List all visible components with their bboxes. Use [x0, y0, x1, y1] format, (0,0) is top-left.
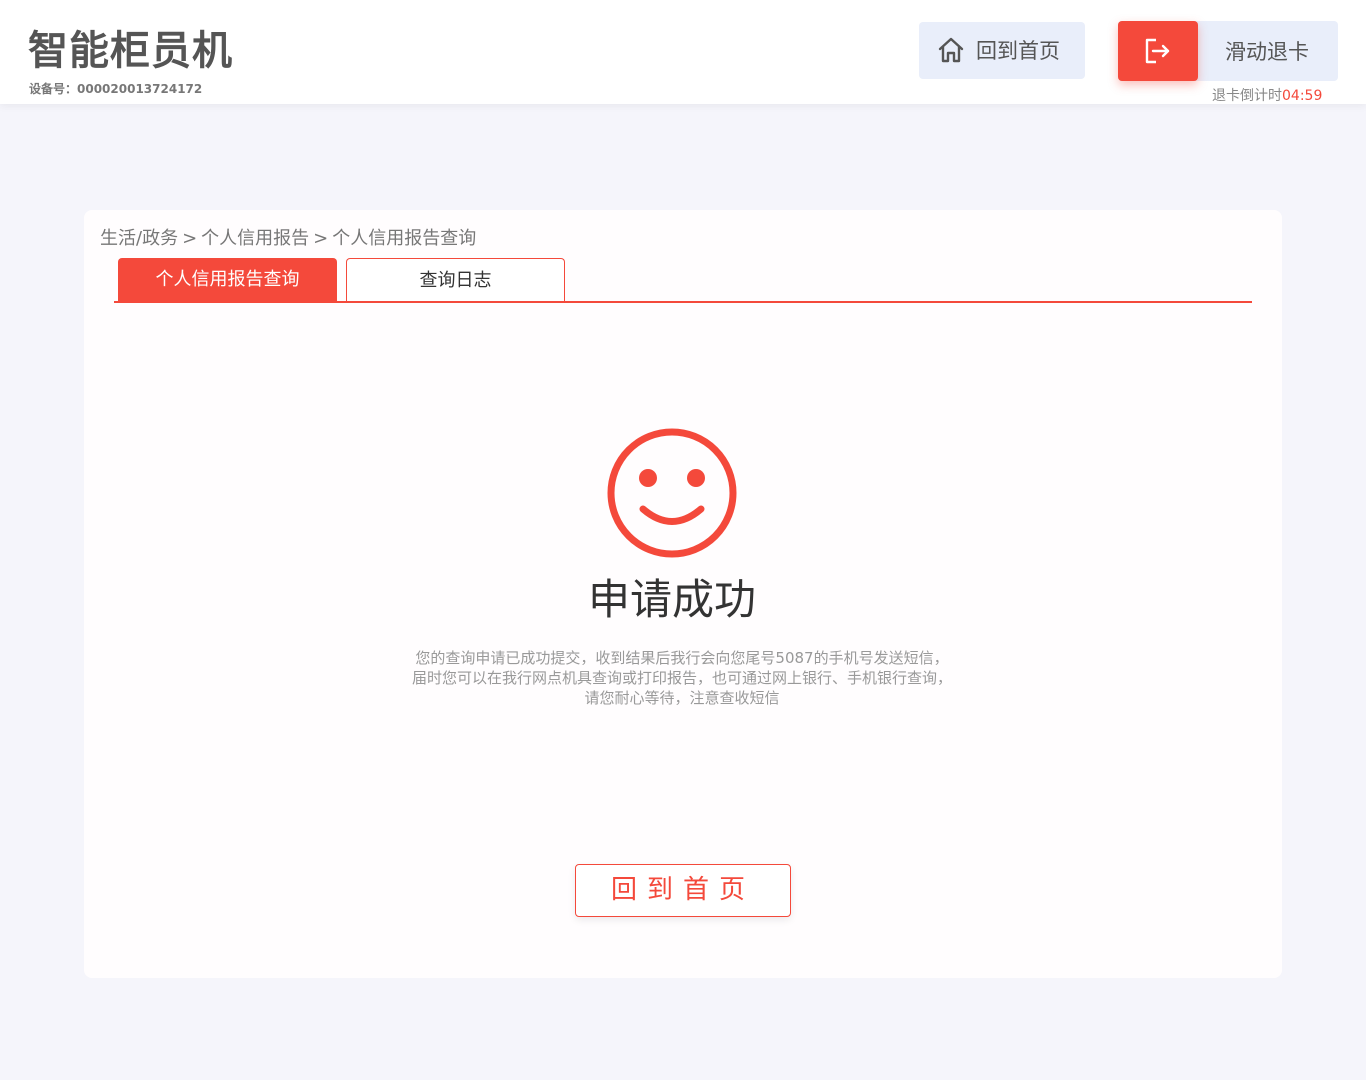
- success-title: 申请成功: [587, 575, 756, 624]
- breadcrumb-separator: >: [182, 228, 198, 249]
- breadcrumb-separator: >: [313, 228, 329, 249]
- tab-credit-report-query[interactable]: 个人信用报告查询: [118, 258, 337, 302]
- home-button-label: 回到首页: [976, 39, 1060, 63]
- tab-underline: [114, 301, 1252, 303]
- success-description: 您的查询申请已成功提交，收到结果后我行会向您尾号5087的手机号发送短信，届时您…: [412, 649, 953, 707]
- countdown-label: 退卡倒计时: [1212, 88, 1282, 104]
- exit-button-label: 滑动退卡: [1225, 40, 1309, 64]
- exit-icon-box[interactable]: [1118, 21, 1198, 81]
- home-icon: [938, 37, 964, 63]
- tab-query-log[interactable]: 查询日志: [346, 258, 565, 302]
- return-home-button[interactable]: 回到首页: [575, 864, 791, 917]
- smile-icon: [607, 428, 737, 558]
- breadcrumb-item[interactable]: 个人信用报告: [201, 228, 309, 249]
- header: 智能柜员机 设备号：000020013724172 回到首页 滑动退卡 退卡倒计…: [0, 0, 1366, 104]
- exit-card-button[interactable]: 滑动退卡: [1118, 21, 1338, 81]
- home-button[interactable]: 回到首页: [919, 22, 1085, 79]
- content-card: 生活/政务 > 个人信用报告 > 个人信用报告查询 个人信用报告查询 查询日志 申请成功…: [84, 210, 1282, 978]
- breadcrumb-item: 个人信用报告查询: [332, 228, 477, 249]
- countdown-time: 04:59: [1282, 88, 1323, 104]
- breadcrumb-item[interactable]: 生活/政务: [100, 228, 178, 249]
- device-number: 设备号：000020013724172: [29, 82, 203, 96]
- app-title: 智能柜员机: [28, 28, 233, 74]
- exit-icon: [1145, 38, 1170, 64]
- countdown: 退卡倒计时04:59: [1212, 85, 1322, 105]
- breadcrumb: 生活/政务 > 个人信用报告 > 个人信用报告查询: [100, 224, 476, 250]
